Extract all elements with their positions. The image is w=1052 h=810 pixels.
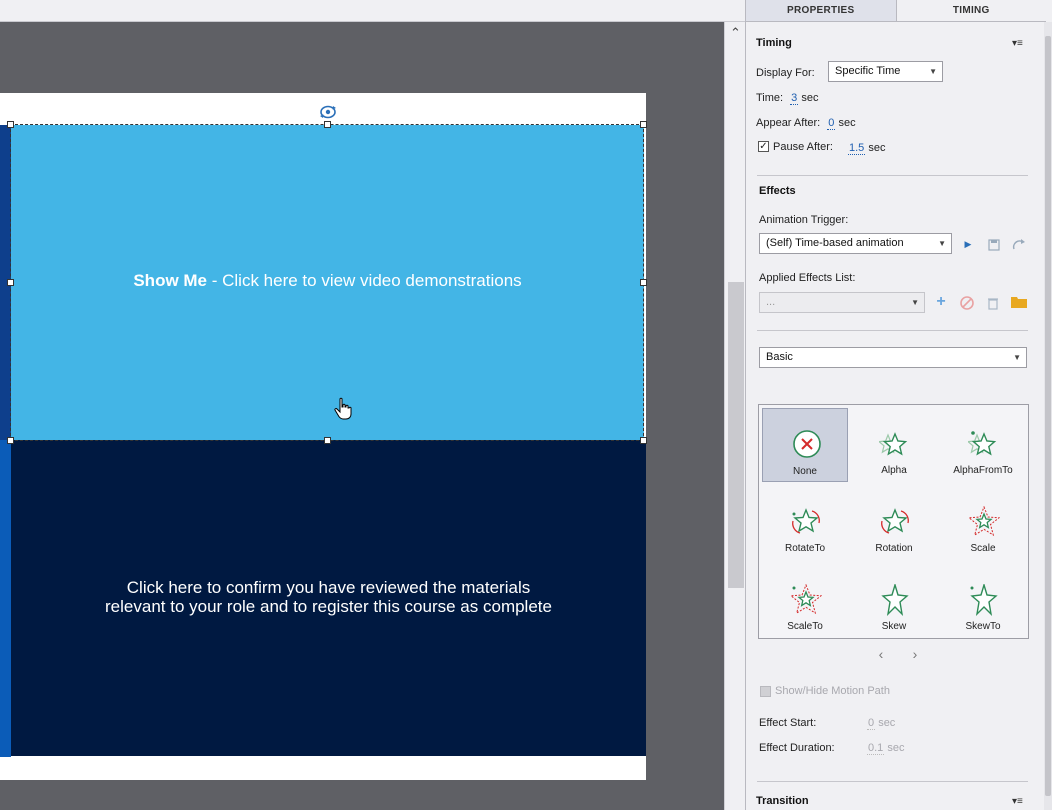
effect-skew-to[interactable]: SkewTo <box>940 564 1026 638</box>
effect-duration-label: Effect Duration: <box>759 742 835 754</box>
time-row: Time: 3 sec <box>756 92 819 105</box>
effect-scale[interactable]: Scale <box>940 486 1026 560</box>
folder-icon[interactable] <box>1010 294 1028 310</box>
divider <box>757 175 1028 176</box>
appear-after-value[interactable]: 0 <box>827 117 836 130</box>
hand-cursor-icon <box>334 397 352 420</box>
resize-handle-top-center[interactable] <box>324 121 331 128</box>
effects-section-title: Effects <box>759 185 796 197</box>
chevron-left-icon[interactable]: ‹ <box>873 646 889 662</box>
pause-after-value-row: 1.5 sec <box>848 142 886 155</box>
animation-trigger-dropdown[interactable]: (Self) Time-based animation ▼ <box>759 233 952 254</box>
transition-section-title: Transition <box>756 795 809 807</box>
chevron-down-icon: ▼ <box>911 298 919 307</box>
effect-skew[interactable]: Skew <box>851 564 937 638</box>
tab-properties[interactable]: PROPERTIES <box>746 0 897 21</box>
effect-duration-value[interactable]: 0.1 <box>867 742 885 755</box>
add-effect-icon[interactable]: + <box>933 294 949 310</box>
show-me-caption: Show Me - Click here to view video demon… <box>133 271 522 290</box>
play-icon[interactable]: ▶ <box>960 236 976 252</box>
resize-handle-top-left[interactable] <box>7 121 14 128</box>
delete-effect-icon[interactable] <box>985 295 1001 311</box>
timing-section-title: Timing <box>756 37 792 49</box>
timing-menu-icon[interactable]: ▾≡ <box>1012 39 1028 49</box>
stage-scrollbar-thumb[interactable] <box>728 282 744 588</box>
effect-alpha[interactable]: Alpha <box>851 408 937 482</box>
effect-alpha-from-to[interactable]: AlphaFromTo <box>940 408 1026 482</box>
stage-vertical-scrollbar[interactable]: ⌃ <box>724 22 745 810</box>
tab-timing[interactable]: TIMING <box>897 0 1047 21</box>
disable-effect-icon[interactable] <box>959 295 975 311</box>
save-effect-icon[interactable] <box>986 237 1002 253</box>
effect-rotate-to[interactable]: RotateTo <box>762 486 848 560</box>
effect-duration-value-row: 0.1 sec <box>867 742 905 755</box>
animation-trigger-label: Animation Trigger: <box>759 214 849 226</box>
star-rotation-icon <box>881 508 909 534</box>
show-hide-motion-path-checkbox[interactable] <box>760 686 771 697</box>
chevron-right-icon[interactable]: › <box>907 646 923 662</box>
star-skew-icon <box>881 584 909 616</box>
display-for-dropdown[interactable]: Specific Time ▼ <box>828 61 943 82</box>
chevron-down-icon: ▼ <box>938 239 946 248</box>
star-skew-to-icon <box>970 584 998 616</box>
effect-category-dropdown[interactable]: Basic ▼ <box>759 347 1027 368</box>
confirm-caption: Click here to confirm you have reviewed … <box>105 578 552 616</box>
resize-handle-middle-right[interactable] <box>640 279 647 286</box>
effect-start-value-row: 0 sec <box>867 717 896 730</box>
chevron-down-icon: ▼ <box>929 67 937 76</box>
none-x-icon <box>793 430 821 458</box>
stage-canvas: Show Me - Click here to view video demon… <box>0 22 724 810</box>
star-alpha-icon <box>879 432 908 456</box>
resize-handle-top-right[interactable] <box>640 121 647 128</box>
slide: Show Me - Click here to view video demon… <box>0 93 647 780</box>
star-scale-icon <box>968 506 1000 537</box>
resize-handle-bottom-center[interactable] <box>324 437 331 444</box>
star-rotate-to-icon <box>792 508 820 534</box>
appear-after-row: Appear After: 0 sec <box>756 117 856 130</box>
show-me-button-shape[interactable]: Show Me - Click here to view video demon… <box>11 125 644 440</box>
top-toolbar-strip <box>0 0 745 22</box>
resize-handle-middle-left[interactable] <box>7 279 14 286</box>
pause-after-value[interactable]: 1.5 <box>848 142 866 155</box>
confirm-completion-button-shape[interactable]: Click here to confirm you have reviewed … <box>11 440 646 756</box>
panel-tabs: PROPERTIES TIMING <box>746 0 1046 22</box>
panel-scrollbar[interactable] <box>1044 22 1052 810</box>
show-hide-motion-path-label: Show/Hide Motion Path <box>775 685 890 697</box>
rotate-handle-icon[interactable] <box>318 103 338 121</box>
star-alpha-from-to-icon <box>968 431 997 456</box>
divider <box>757 781 1028 782</box>
chevron-down-icon: ▼ <box>1013 353 1021 362</box>
effect-none[interactable]: None <box>762 408 848 482</box>
properties-panel: PROPERTIES TIMING Timing ▾≡ Display For:… <box>745 0 1052 810</box>
time-value[interactable]: 3 <box>790 92 799 105</box>
transition-menu-icon[interactable]: ▾≡ <box>1012 797 1028 807</box>
effects-gallery: None Alpha AlphaFromTo RotateTo Rotation… <box>758 404 1029 639</box>
divider <box>757 330 1028 331</box>
pause-after-label: Pause After: <box>773 141 833 153</box>
scroll-up-arrow-icon[interactable]: ⌃ <box>725 24 746 42</box>
effect-start-label: Effect Start: <box>759 717 817 729</box>
applied-effects-label: Applied Effects List: <box>759 272 856 284</box>
panel-scrollbar-thumb[interactable] <box>1045 36 1051 796</box>
effect-rotation[interactable]: Rotation <box>851 486 937 560</box>
pause-after-checkbox[interactable]: ✓ <box>758 141 769 152</box>
reset-effect-icon[interactable] <box>1011 237 1027 253</box>
applied-effects-dropdown[interactable]: ... ▼ <box>759 292 925 313</box>
effect-start-value[interactable]: 0 <box>867 717 876 730</box>
star-scale-to-icon <box>790 584 822 615</box>
resize-handle-bottom-left[interactable] <box>7 437 14 444</box>
resize-handle-bottom-right[interactable] <box>640 437 647 444</box>
effect-scale-to[interactable]: ScaleTo <box>762 564 848 638</box>
display-for-label: Display For: <box>756 67 815 79</box>
